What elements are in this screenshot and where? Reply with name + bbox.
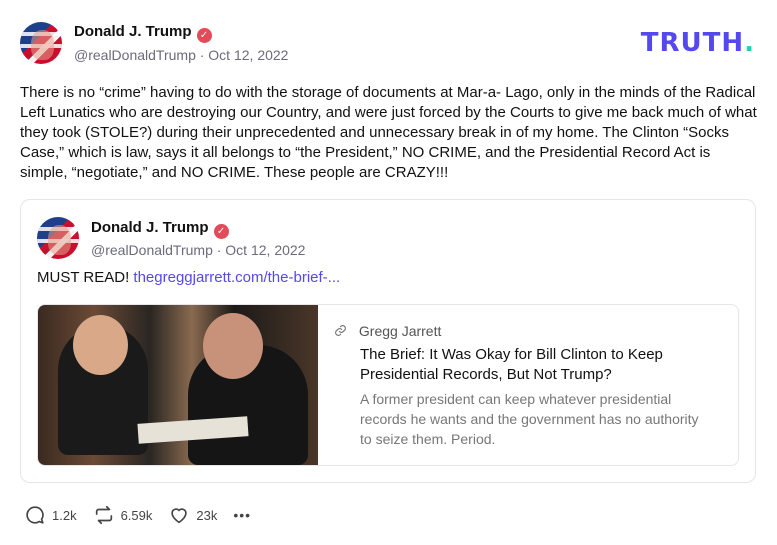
quote-author-avatar[interactable] (37, 217, 79, 259)
quote-author-name[interactable]: Donald J. Trump (91, 219, 209, 236)
quote-author-name-row[interactable]: Donald J. Trump ✓ (91, 219, 229, 239)
reply-count: 1.2k (52, 507, 77, 523)
more-options-button[interactable]: ••• (233, 507, 251, 523)
heart-icon (171, 508, 188, 524)
more-icon: ••• (233, 507, 252, 523)
link-chain-icon (334, 323, 351, 339)
author-avatar[interactable] (20, 22, 62, 64)
quote-author-meta: @realDonaldTrump · Oct 12, 2022 (91, 242, 306, 258)
logo-dot: . (744, 28, 755, 58)
post-text: There is no “crime” having to do with th… (20, 84, 757, 181)
retruth-button[interactable]: 6.59k (93, 504, 153, 526)
verified-badge-icon: ✓ (196, 28, 212, 43)
retruth-count: 6.59k (120, 507, 153, 523)
link-description: A former president can keep whatever pre… (360, 391, 699, 447)
like-count: 23k (196, 507, 218, 523)
author-name[interactable]: Donald J. Trump (74, 23, 192, 40)
link-preview-card[interactable]: Gregg Jarrett The Brief: It Was Okay for… (37, 304, 739, 466)
truth-social-logo[interactable]: TRUTH. (641, 28, 755, 58)
author-name-row[interactable]: Donald J. Trump ✓ (74, 23, 212, 43)
logo-text: TRUTH (640, 28, 745, 58)
like-button[interactable]: 23k (168, 504, 217, 526)
quote-text: MUST READ! thegreggjarrett.com/the-brief… (37, 269, 340, 286)
retruth-icon (95, 505, 112, 525)
link-preview-image (38, 305, 318, 465)
action-bar: 1.2k 6.59k 23k ••• (24, 504, 267, 526)
reply-button[interactable]: 1.2k (24, 504, 77, 526)
link-source-name: Gregg Jarrett (358, 323, 442, 339)
verified-badge-icon: ✓ (213, 224, 229, 239)
quote-text-prefix: MUST READ! (37, 269, 134, 286)
quote-link[interactable]: thegreggjarrett.com/the-brief-... (133, 269, 340, 286)
reply-icon (26, 506, 44, 524)
link-title[interactable]: The Brief: It Was Okay for Bill Clinton … (360, 345, 710, 385)
link-source: Gregg Jarrett (334, 323, 441, 339)
author-meta: @realDonaldTrump · Oct 12, 2022 (74, 47, 289, 63)
